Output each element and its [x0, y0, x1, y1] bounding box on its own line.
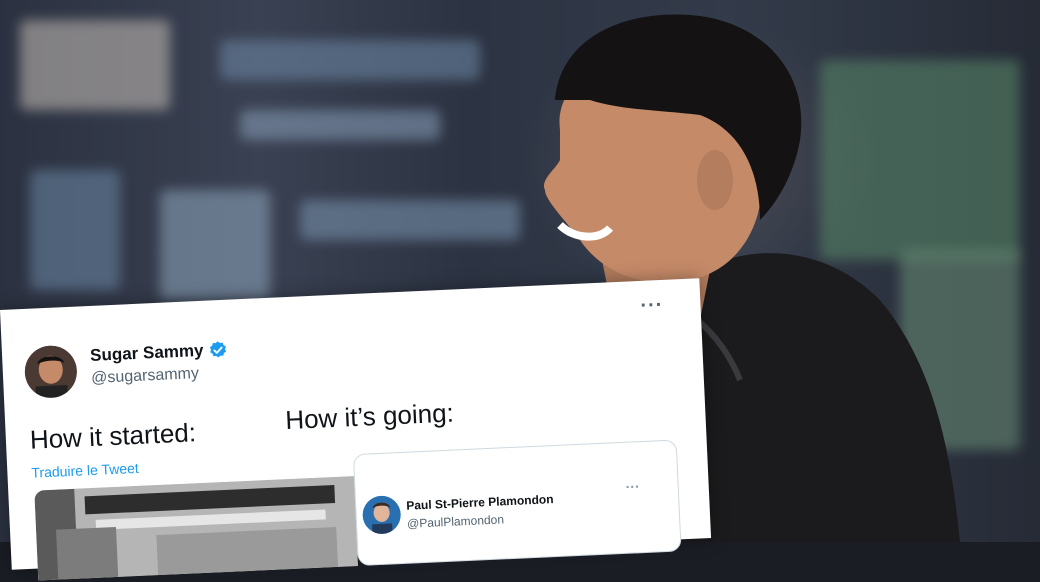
tweet-media-photo[interactable]: [34, 476, 358, 581]
quoted-more-options-icon[interactable]: ···: [625, 478, 640, 495]
quoted-tweet[interactable]: Paul St-Pierre Plamondon @PaulPlamondon …: [352, 439, 682, 567]
translate-tweet-link[interactable]: Traduire le Tweet: [31, 460, 139, 481]
tweet-text-how-its-going: How it’s going:: [284, 397, 455, 436]
profile-photo-icon: [362, 495, 401, 535]
verified-badge-icon: [210, 341, 227, 358]
tweet-card: ··· Sugar Sammy @sugarsammy How it start…: [0, 278, 712, 581]
profile-photo-icon: [23, 344, 79, 399]
quoted-handle[interactable]: @PaulPlamondon: [407, 512, 504, 530]
avatar[interactable]: [23, 344, 79, 399]
tweet-text-how-it-started: How it started:: [29, 417, 197, 455]
quoted-avatar[interactable]: [361, 495, 402, 535]
author-name-row[interactable]: Sugar Sammy: [90, 340, 229, 366]
more-options-icon[interactable]: ···: [640, 294, 664, 318]
vintage-photo: [34, 476, 358, 581]
author-display-name[interactable]: Sugar Sammy: [90, 341, 204, 366]
quoted-display-name[interactable]: Paul St-Pierre Plamondon: [406, 492, 554, 513]
author-handle[interactable]: @sugarsammy: [91, 365, 200, 388]
